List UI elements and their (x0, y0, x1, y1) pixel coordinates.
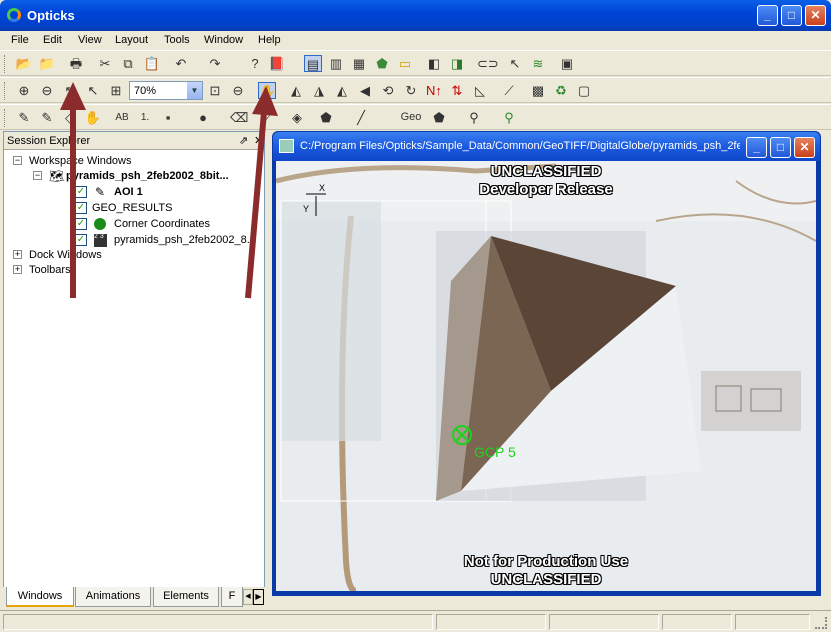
status-cell-2 (436, 614, 546, 630)
status-cell-5 (735, 614, 810, 630)
annotation-arrow-right (245, 111, 267, 299)
status-bar (0, 610, 831, 632)
annotation-arrowhead-right (252, 86, 278, 116)
annotation-arrowhead-left (60, 82, 86, 110)
status-cell-3 (549, 614, 659, 630)
status-cell-4 (662, 614, 732, 630)
status-cell-main (3, 614, 433, 630)
resize-grip-icon[interactable] (815, 617, 827, 629)
annotation-arrows (60, 82, 278, 299)
